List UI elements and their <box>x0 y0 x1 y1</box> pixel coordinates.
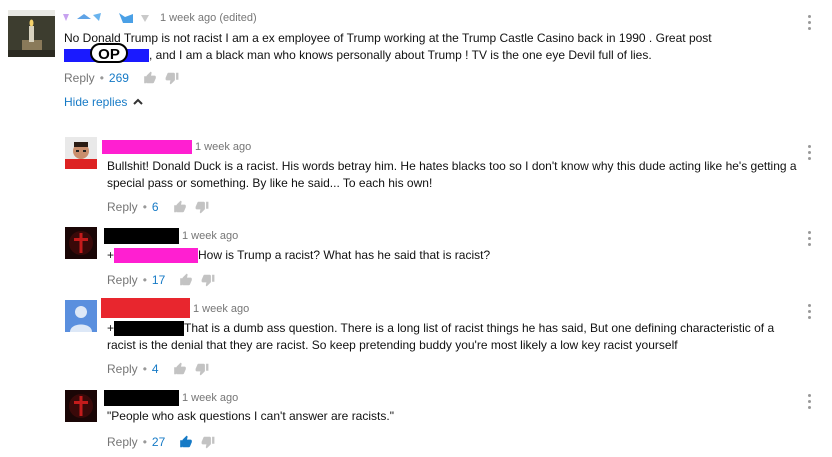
avatar[interactable] <box>65 227 97 259</box>
reply-button[interactable]: Reply <box>107 362 138 376</box>
comment-timestamp: 1 week ago <box>182 230 239 242</box>
author-redacted-shapes[interactable] <box>63 11 158 25</box>
thumb-up-icon[interactable] <box>143 71 157 85</box>
thumb-down-icon[interactable] <box>195 200 209 214</box>
thumb-up-icon[interactable] <box>173 362 187 376</box>
comment-timestamp: 1 week ago <box>182 392 239 404</box>
more-options-icon[interactable] <box>808 231 812 247</box>
thumb-down-icon[interactable] <box>201 435 215 449</box>
reply-button[interactable]: Reply <box>107 273 138 287</box>
redacted-author-name[interactable] <box>102 140 192 154</box>
comment-timestamp: 1 week ago <box>193 303 250 315</box>
redacted-author-name[interactable] <box>101 298 190 318</box>
avatar[interactable] <box>65 390 97 422</box>
redacted-author-name[interactable] <box>104 390 179 406</box>
avatar[interactable] <box>65 137 97 169</box>
comment-text: No Donald Trump is not racist I am a ex … <box>64 30 794 64</box>
comment-timestamp: 1 week ago (edited) <box>160 12 257 24</box>
candle-avatar-image <box>8 10 55 57</box>
reply-button[interactable]: Reply <box>107 200 138 214</box>
comment-text-line1: No Donald Trump is not racist I am a ex … <box>64 31 712 45</box>
separator-dot: • <box>99 71 104 85</box>
like-count: 17 <box>151 273 166 287</box>
like-count: 269 <box>108 71 129 85</box>
thumb-up-icon[interactable] <box>179 273 193 287</box>
comment-actions: Reply • 269 <box>64 71 179 85</box>
comment-actions: Reply • 27 <box>107 435 215 449</box>
redacted-author-name <box>63 13 149 23</box>
thumb-up-icon[interactable] <box>179 435 193 449</box>
mention-prefix: + <box>107 248 115 262</box>
comment-body: How is Trump a racist? What has he said … <box>198 248 491 262</box>
hide-replies-button[interactable]: Hide replies <box>64 95 144 109</box>
thumb-down-icon[interactable] <box>195 362 209 376</box>
comment-text: "People who ask questions I can't answer… <box>107 409 394 423</box>
redacted-op-mention: OP <box>64 43 149 64</box>
chevron-up-icon <box>133 98 144 105</box>
like-count: 27 <box>151 435 166 449</box>
avatar[interactable] <box>8 10 55 57</box>
more-options-icon[interactable] <box>808 394 812 410</box>
redacted-mention <box>114 321 185 337</box>
comment-text: + How is Trump a racist? What has he said… <box>107 247 797 264</box>
thumb-up-icon[interactable] <box>173 200 187 214</box>
more-options-icon[interactable] <box>808 15 812 31</box>
mention-prefix: + <box>107 321 115 335</box>
comment-actions: Reply • 6 <box>107 200 209 214</box>
op-label: OP <box>90 43 128 64</box>
comment-actions: Reply • 17 <box>107 273 215 287</box>
cross-avatar-image <box>65 390 97 422</box>
comment-body: That is a dumb ass question. There is a … <box>107 321 775 352</box>
person-avatar-image <box>65 137 97 169</box>
redacted-author-name[interactable] <box>104 228 179 244</box>
comment-timestamp: 1 week ago <box>195 141 252 153</box>
hide-replies-label: Hide replies <box>64 95 128 109</box>
comment-actions: Reply • 4 <box>107 362 209 376</box>
separator-dot: • <box>142 362 147 376</box>
cross-avatar-image <box>65 227 97 259</box>
separator-dot: • <box>142 435 147 449</box>
thumb-down-icon[interactable] <box>165 71 179 85</box>
redacted-mention <box>114 248 199 264</box>
like-count: 4 <box>151 362 159 376</box>
like-count: 6 <box>151 200 159 214</box>
reply-button[interactable]: Reply <box>107 435 138 449</box>
default-user-icon <box>65 300 97 332</box>
reply-button[interactable]: Reply <box>64 71 95 85</box>
comment-text: Bullshit! Donald Duck is a racist. His w… <box>107 159 797 190</box>
more-options-icon[interactable] <box>808 304 812 320</box>
avatar[interactable] <box>65 300 97 332</box>
thumb-down-icon[interactable] <box>201 273 215 287</box>
comment-text-line2: , and I am a black man who knows persona… <box>149 48 652 62</box>
more-options-icon[interactable] <box>808 145 812 161</box>
separator-dot: • <box>142 200 147 214</box>
comment-text: + That is a dumb ass question. There is a… <box>107 320 802 354</box>
separator-dot: • <box>142 273 147 287</box>
